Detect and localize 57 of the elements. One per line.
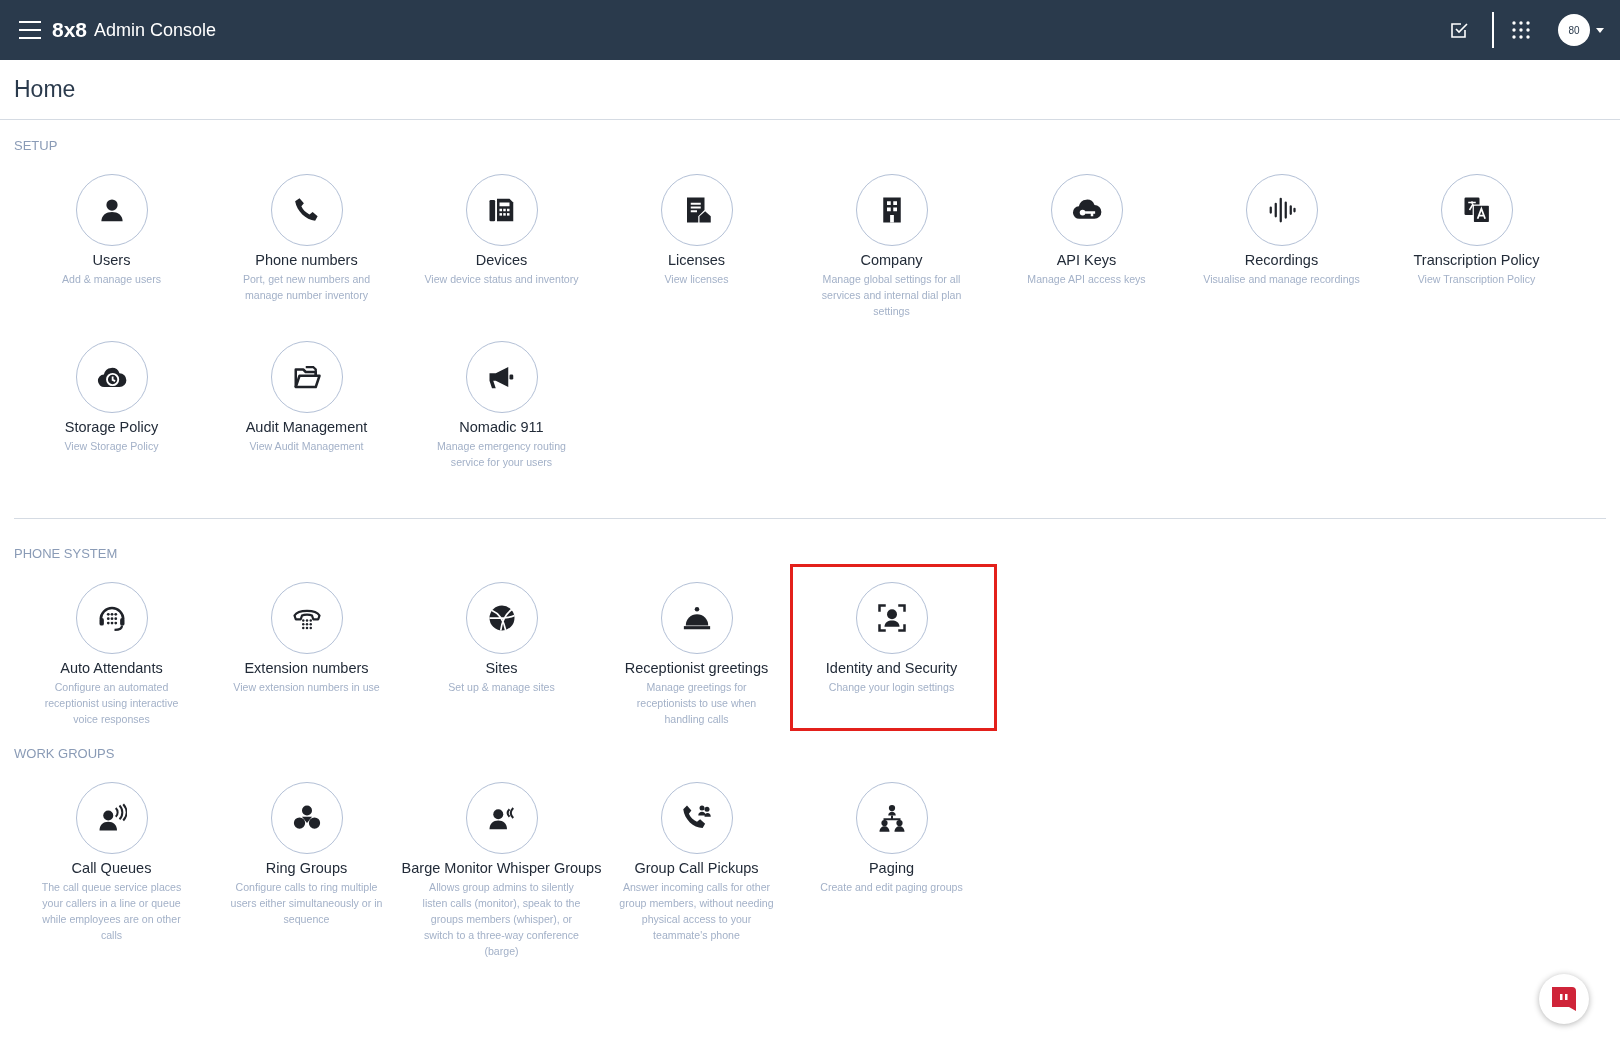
face-scan-icon [876, 603, 907, 633]
section-heading: SETUP [14, 138, 59, 153]
tile-title[interactable]: Paging [868, 859, 915, 877]
tile-title[interactable]: Storage Policy [64, 418, 159, 436]
tile-description: Visualise and manage recordings [1203, 272, 1360, 287]
section-heading: WORK GROUPS [14, 746, 116, 761]
tile-title[interactable]: Receptionist greetings [624, 659, 769, 677]
section-heading: PHONE SYSTEM [14, 546, 119, 561]
tile-title[interactable]: Barge Monitor Whisper Groups [401, 859, 602, 877]
tile-title[interactable]: Devices [475, 251, 528, 269]
tile-title[interactable]: Licenses [667, 251, 726, 269]
user-avatar[interactable]: 80 [1558, 14, 1590, 46]
tile-description: Add & manage users [62, 272, 161, 287]
tile-title[interactable]: Sites [485, 659, 518, 677]
chat-icon [1551, 986, 1577, 1012]
tile-title[interactable]: Audit Management [245, 418, 368, 436]
page-title: Home [14, 76, 77, 103]
caret-icon[interactable] [1596, 27, 1604, 33]
tile-description: Set up & manage sites [448, 680, 555, 695]
tile-description: Port, get new numbers and manage number inventory [241, 272, 372, 303]
tile-title[interactable]: Nomadic 911 [459, 418, 544, 436]
tile-description: Configure calls to ring multiple users either simultaneously or in sequence [229, 880, 384, 927]
tile-description: Answer incoming calls for other group members, without needing physical access to your teammate's phone [618, 880, 775, 943]
apps-grid-icon[interactable] [1512, 21, 1530, 39]
menu-icon[interactable] [18, 20, 42, 40]
tile-title[interactable]: Extension numbers [244, 659, 369, 677]
tile-description: Manage greetings for receptionists to use when handling calls [635, 680, 758, 727]
tile-description: Create and edit paging groups [820, 880, 963, 895]
tile-description: Configure an automated receptionist using interactive voice responses [43, 680, 180, 727]
tile-description: View Audit Management [249, 439, 364, 454]
tile-description: Manage API access keys [1027, 272, 1146, 287]
tile-title[interactable]: Group Call Pickups [634, 859, 759, 877]
tile-title[interactable]: Ring Groups [265, 859, 348, 877]
tile-description: View licenses [664, 272, 729, 287]
tile-description: View Transcription Policy [1417, 272, 1536, 287]
tile-title[interactable]: Users [92, 251, 131, 269]
logo: 8x8 [52, 18, 88, 42]
tile-description: Change your login settings [828, 680, 955, 695]
tile-title[interactable]: Transcription Policy [1413, 251, 1540, 269]
checkbox-icon[interactable] [1450, 21, 1468, 39]
tile-title[interactable]: Company [860, 251, 923, 269]
tile-title[interactable]: Identity and Security [825, 659, 958, 677]
tile-title[interactable]: API Keys [1056, 251, 1117, 269]
tile-title[interactable]: Phone numbers [255, 251, 358, 269]
tile-description: View Storage Policy [64, 439, 159, 454]
tile-title[interactable]: Recordings [1244, 251, 1319, 269]
tile-description: The call queue service places your callers in a line or queue while employees are on other calls [40, 880, 183, 943]
chat-button[interactable] [1539, 974, 1589, 1024]
tile-description: Manage emergency routing service for your users [436, 439, 567, 470]
app-title: Admin Console [94, 19, 217, 41]
tile-description: View device status and inventory [424, 272, 579, 287]
tile-description: View extension numbers in use [233, 680, 380, 695]
tile-title[interactable]: Call Queues [71, 859, 152, 877]
tile-title[interactable]: Auto Attendants [60, 659, 163, 677]
tile-description: Allows group admins to silently listen calls (monitor), speak to the groups members (whisper), or switch to a three-way conference (barge) [421, 880, 582, 959]
tile-description: Manage global settings for all services and internal dial plan settings [820, 272, 963, 319]
person-sound-icon [96, 803, 127, 833]
